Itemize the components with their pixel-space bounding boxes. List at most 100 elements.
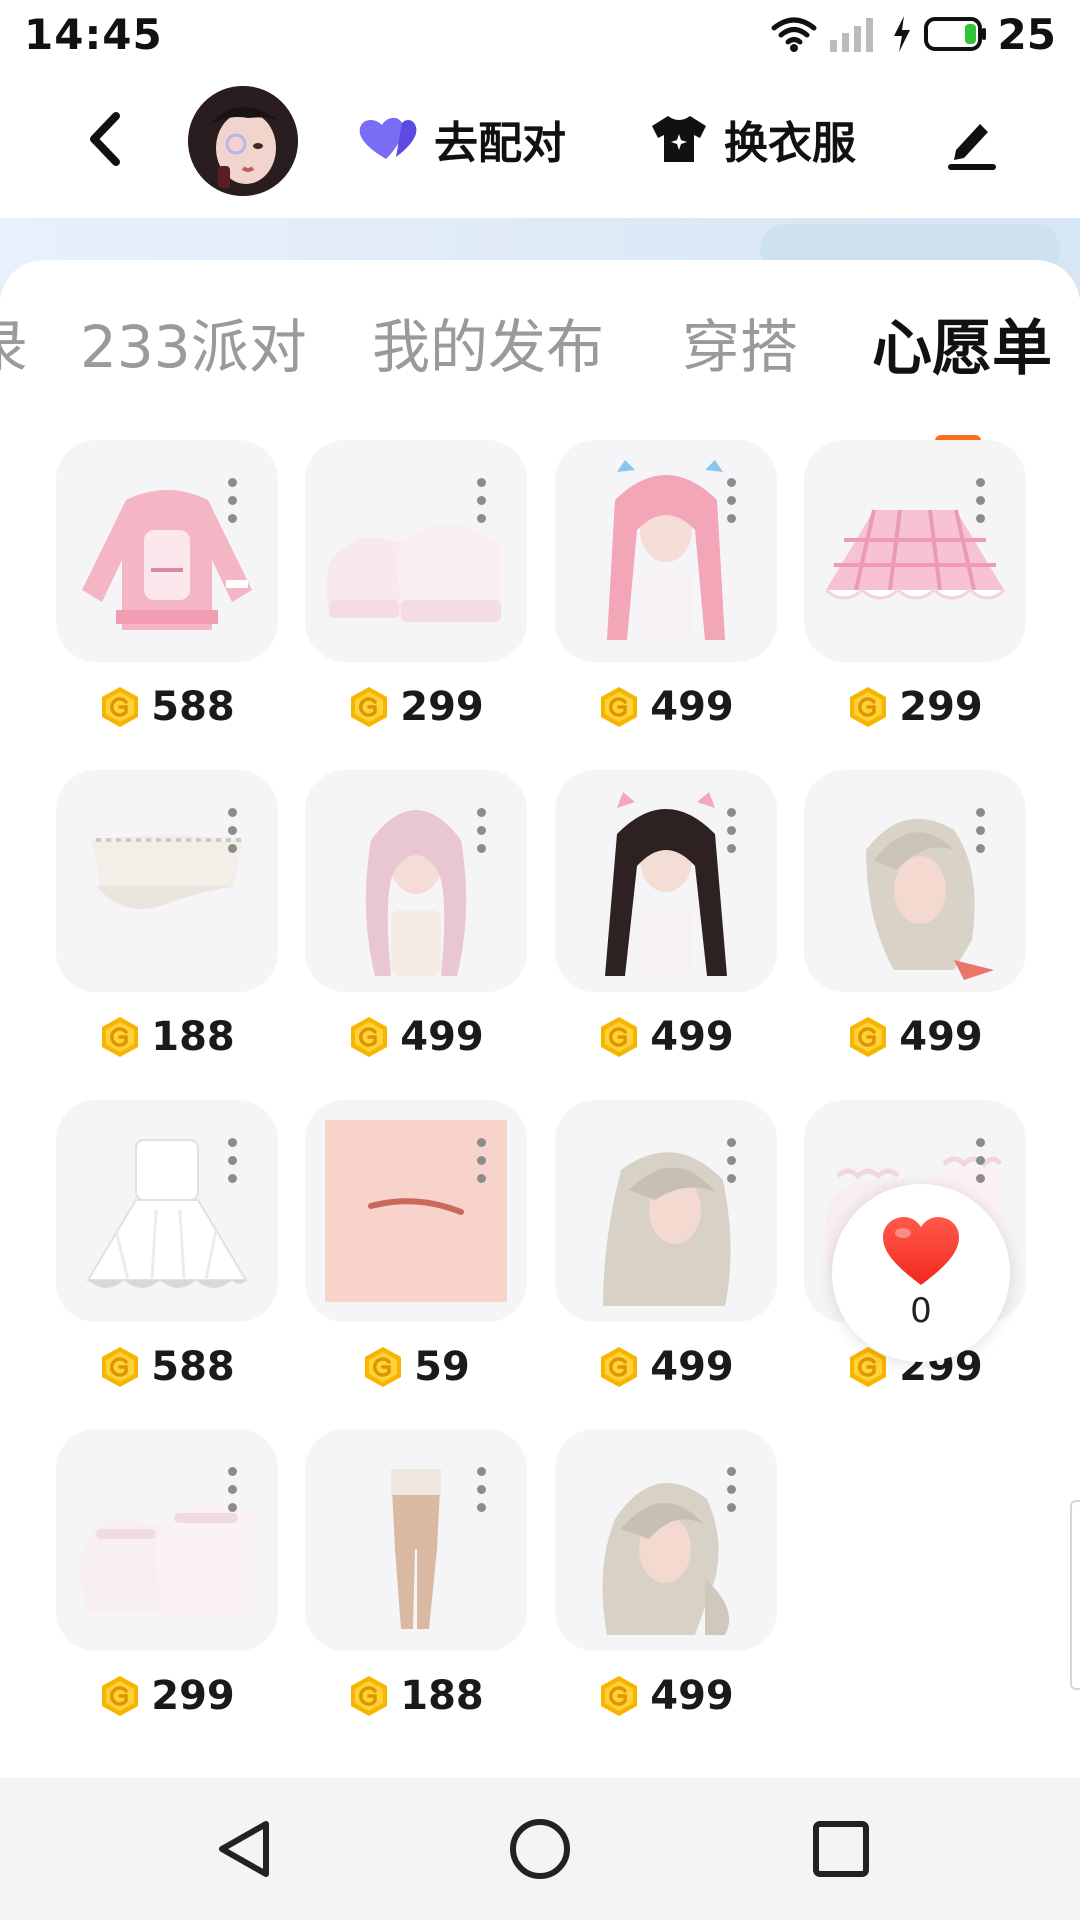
more-options-icon[interactable] bbox=[727, 1467, 737, 1519]
wishlist-item[interactable]: 188 bbox=[305, 1429, 527, 1729]
pink-wavy-hair-icon bbox=[365, 810, 467, 976]
tab-outfits[interactable]: 穿搭 bbox=[682, 300, 798, 384]
more-options-icon[interactable] bbox=[477, 478, 487, 530]
wishlist-item[interactable]: 499 bbox=[555, 770, 777, 1070]
item-price: 188 bbox=[151, 1014, 235, 1060]
item-thumbnail[interactable] bbox=[555, 1429, 777, 1651]
wishlist-item[interactable]: 499 bbox=[555, 440, 777, 740]
item-price: 499 bbox=[899, 1014, 983, 1060]
more-options-icon[interactable] bbox=[727, 478, 737, 530]
like-button[interactable]: 0 bbox=[832, 1184, 1010, 1362]
coin-icon bbox=[102, 687, 139, 727]
coin-icon bbox=[850, 1017, 887, 1057]
status-bar: 14:45 25 bbox=[0, 0, 1080, 68]
coin-icon bbox=[102, 1017, 139, 1057]
white-tube-top-icon bbox=[92, 835, 242, 910]
coin-icon bbox=[102, 1347, 139, 1387]
item-thumbnail[interactable] bbox=[555, 440, 777, 662]
coin-icon bbox=[365, 1347, 402, 1387]
item-thumbnail[interactable] bbox=[56, 440, 278, 662]
price-row: 499 bbox=[555, 1012, 777, 1062]
wishlist-item[interactable]: 299 bbox=[56, 1429, 278, 1729]
charging-icon bbox=[893, 16, 910, 52]
nav-recent-apps-icon[interactable] bbox=[806, 1814, 876, 1884]
battery-level: 25 bbox=[997, 9, 1056, 59]
wishlist-item[interactable]: 588 bbox=[56, 1100, 278, 1400]
status-time: 14:45 bbox=[24, 9, 163, 59]
item-thumbnail[interactable] bbox=[555, 770, 777, 992]
price-row: 299 bbox=[305, 682, 527, 732]
item-thumbnail[interactable] bbox=[804, 770, 1026, 992]
more-options-icon[interactable] bbox=[477, 1467, 487, 1519]
more-options-icon[interactable] bbox=[727, 808, 737, 860]
back-arrow-icon[interactable] bbox=[80, 108, 134, 170]
wishlist-item[interactable]: 499 bbox=[555, 1429, 777, 1729]
item-thumbnail[interactable] bbox=[56, 770, 278, 992]
ash-blonde-hair-icon bbox=[866, 818, 994, 980]
price-row: 499 bbox=[804, 1012, 1026, 1062]
long-ash-hair-icon bbox=[603, 1152, 731, 1306]
avatar[interactable] bbox=[188, 86, 298, 196]
item-thumbnail[interactable] bbox=[804, 440, 1026, 662]
more-options-icon[interactable] bbox=[228, 1467, 238, 1519]
item-price: 499 bbox=[650, 1673, 734, 1719]
more-options-icon[interactable] bbox=[228, 808, 238, 860]
tab-bar: 录 233派对 我的发布 穿搭 心愿单 bbox=[0, 300, 1080, 447]
wishlist-item[interactable]: 299 bbox=[305, 440, 527, 740]
item-thumbnail[interactable] bbox=[56, 1100, 278, 1322]
wishlist-item[interactable]: 499 bbox=[305, 770, 527, 1070]
item-price: 59 bbox=[414, 1344, 470, 1390]
item-thumbnail[interactable] bbox=[305, 1429, 527, 1651]
more-options-icon[interactable] bbox=[228, 478, 238, 530]
change-outfit-button[interactable]: 换衣服 bbox=[648, 108, 856, 170]
more-options-icon[interactable] bbox=[976, 1138, 986, 1190]
purple-heart-icon bbox=[359, 117, 417, 159]
item-thumbnail[interactable] bbox=[305, 440, 527, 662]
wishlist-item[interactable]: 499 bbox=[555, 1100, 777, 1400]
tab-my-posts[interactable]: 我的发布 bbox=[372, 300, 604, 384]
wishlist-item[interactable]: 588 bbox=[56, 440, 278, 740]
status-icons: 25 bbox=[770, 10, 1056, 59]
more-options-icon[interactable] bbox=[976, 478, 986, 530]
item-price: 499 bbox=[650, 1014, 734, 1060]
system-nav-bar bbox=[0, 1778, 1080, 1920]
edit-pen-icon[interactable] bbox=[944, 112, 1000, 170]
more-options-icon[interactable] bbox=[477, 808, 487, 860]
pink-sweater-icon bbox=[82, 490, 252, 630]
wishlist-item[interactable]: 299 bbox=[804, 440, 1026, 740]
lip-makeup-icon bbox=[325, 1120, 507, 1302]
more-options-icon[interactable] bbox=[976, 808, 986, 860]
tshirt-icon bbox=[652, 116, 706, 162]
price-row: 588 bbox=[56, 682, 278, 732]
item-thumbnail[interactable] bbox=[305, 1100, 527, 1322]
coin-icon bbox=[102, 1676, 139, 1716]
item-thumbnail[interactable] bbox=[555, 1100, 777, 1322]
tab-partial[interactable]: 录 bbox=[0, 300, 28, 384]
more-options-icon[interactable] bbox=[477, 1138, 487, 1190]
tab-wishlist[interactable]: 心愿单 bbox=[872, 300, 1052, 387]
wishlist-item[interactable]: 59 bbox=[305, 1100, 527, 1400]
avatar-portrait bbox=[188, 86, 298, 196]
like-count: 0 bbox=[910, 1291, 932, 1331]
coin-icon bbox=[601, 687, 638, 727]
price-row: 299 bbox=[804, 682, 1026, 732]
scroll-handle[interactable] bbox=[1070, 1500, 1080, 1690]
match-button[interactable]: 去配对 bbox=[356, 108, 566, 170]
wishlist-item[interactable]: 188 bbox=[56, 770, 278, 1070]
price-row: 59 bbox=[305, 1342, 527, 1392]
white-dress-icon bbox=[86, 1139, 248, 1288]
more-options-icon[interactable] bbox=[228, 1138, 238, 1190]
price-row: 499 bbox=[555, 1342, 777, 1392]
nav-home-icon[interactable] bbox=[505, 1814, 575, 1884]
item-thumbnail[interactable] bbox=[56, 1429, 278, 1651]
item-price: 299 bbox=[400, 684, 484, 730]
tab-233-party[interactable]: 233派对 bbox=[80, 300, 307, 384]
coin-icon bbox=[601, 1347, 638, 1387]
nav-back-icon[interactable] bbox=[210, 1814, 280, 1884]
wishlist-item[interactable]: 499 bbox=[804, 770, 1026, 1070]
more-options-icon[interactable] bbox=[727, 1138, 737, 1190]
item-price: 499 bbox=[650, 1344, 734, 1390]
item-price: 299 bbox=[151, 1673, 235, 1719]
item-thumbnail[interactable] bbox=[305, 770, 527, 992]
coin-icon bbox=[351, 1676, 388, 1716]
